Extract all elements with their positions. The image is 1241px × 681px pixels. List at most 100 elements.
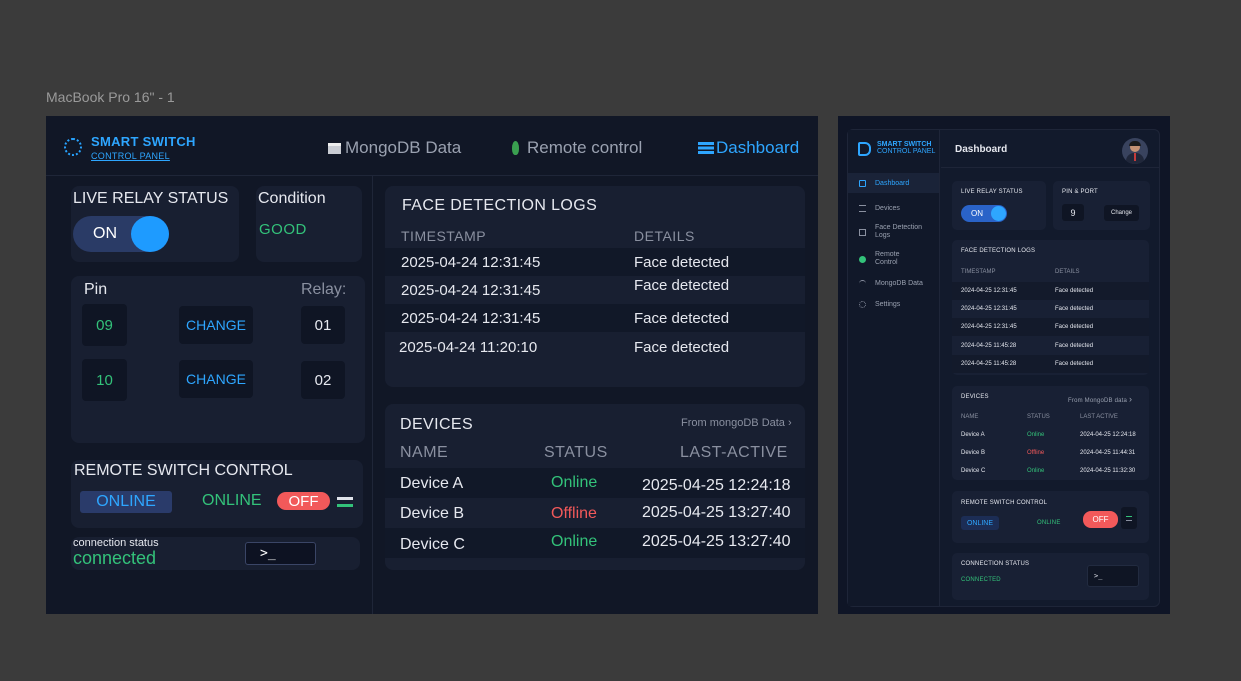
condition-title: Condition <box>258 190 326 207</box>
change-pin-button[interactable]: Change <box>1104 205 1139 221</box>
pin-value: 10 <box>82 359 127 401</box>
devices-card: DEVICES From mongoDB Data › NAME STATUS … <box>385 404 805 570</box>
devices-card: DEVICES From MongoDB data › NAME STATUS … <box>952 386 1149 480</box>
nav-dashboard[interactable]: Dashboard <box>698 138 799 158</box>
live-relay-card: LIVE RELAY STATUS ON <box>952 181 1046 230</box>
devices-title: DEVICES <box>961 394 989 400</box>
details-cell: Face detected <box>1055 361 1094 367</box>
app-window: SMART SWITCH CONTROL PANEL Dashboard Dev… <box>847 129 1160 607</box>
details-cell: Face detected <box>1055 343 1094 349</box>
sidebar-item-mongodb-data[interactable]: MongoDB Data <box>848 273 939 293</box>
pin-port-title: PIN & PORT <box>1062 189 1098 195</box>
device-name: Device A <box>961 432 985 438</box>
live-relay-title: LIVE RELAY STATUS <box>961 189 1023 195</box>
device-last-active: 2025-04-25 12:24:18 <box>642 477 791 494</box>
timestamp-cell: 2025-04-24 12:31:45 <box>401 310 541 327</box>
device-name: Device C <box>961 468 986 474</box>
remote-title: REMOTE SWITCH CONTROL <box>961 500 1048 506</box>
toggle-label: ON <box>971 209 983 218</box>
off-switch-button[interactable]: OFF <box>277 492 330 510</box>
online-pill[interactable]: ONLINE <box>961 516 999 530</box>
column-header: LAST ACTIVE <box>1080 414 1118 420</box>
table-row: 2025-04-24 12:31:45 Face detected <box>385 304 805 332</box>
sidebar-item-dashboard[interactable]: Dashboard <box>848 173 939 193</box>
timestamp-cell: 2025-04-24 12:31:45 <box>401 282 541 299</box>
table-row: Device C Online 2025-04-25 13:27:40 <box>385 528 805 558</box>
connection-value: connected <box>73 548 157 568</box>
timestamp-cell: 2024-04-25 11:45:28 <box>961 361 1017 367</box>
sidebar-item-label: Dashboard <box>875 179 910 187</box>
list-icon <box>859 204 866 212</box>
logo[interactable]: SMART SWITCH CONTROL PANEL <box>64 134 196 161</box>
sidebar-item-label: Remote Control <box>875 251 900 266</box>
sidebar-item-remote-control[interactable]: Remote Control <box>848 248 939 270</box>
chevron-right-icon: › <box>1128 394 1133 404</box>
pin-value: 9 <box>1062 204 1084 221</box>
off-switch-button[interactable]: OFF <box>1083 511 1118 528</box>
column-header: STATUS <box>544 444 608 461</box>
device-name: Device A <box>400 475 464 492</box>
sidebar-item-label: MongoDB Data <box>875 279 923 287</box>
table-row: 2024-04-25 11:45:28 Face detected <box>952 355 1149 373</box>
terminal-button[interactable]: >_ <box>1087 565 1139 587</box>
face-logs-title: FACE DETECTION LOGS <box>402 197 598 214</box>
logo[interactable]: SMART SWITCH CONTROL PANEL <box>858 141 935 156</box>
toggle-knob <box>991 206 1006 221</box>
connection-title: CONNECTION STATUS <box>961 561 1030 567</box>
remote-switch-card: REMOTE SWITCH CONTROL ONLINE ONLINE OFF <box>71 460 363 528</box>
device-last-active: 2024-04-25 11:44:31 <box>1080 450 1136 456</box>
condition-value: GOOD <box>259 221 307 238</box>
change-pin-button[interactable]: CHANGE <box>179 306 253 344</box>
face-logs-title: FACE DETECTION LOGS <box>961 248 1036 254</box>
column-header: STATUS <box>1027 414 1050 420</box>
device-status: Offline <box>551 505 597 522</box>
table-row: Device B Offline 2024-04-25 11:44:31 <box>952 444 1149 462</box>
timestamp-cell: 2024-04-25 12:31:45 <box>961 324 1017 330</box>
change-pin-button[interactable]: CHANGE <box>179 360 253 398</box>
sidebar-item-face-logs[interactable]: Face Detection Logs <box>848 221 939 243</box>
device-last-active: 2024-04-25 11:32:30 <box>1080 468 1136 474</box>
main-content: Dashboard LIVE RELAY STATUS ON PIN & POR… <box>941 130 1160 606</box>
column-header: TIMESTAMP <box>401 228 487 244</box>
equals-icon[interactable] <box>337 497 353 507</box>
remote-title: REMOTE SWITCH CONTROL <box>74 462 293 479</box>
online-pill[interactable]: ONLINE <box>80 491 172 513</box>
sidebar-item-settings[interactable]: Settings <box>848 294 939 314</box>
pin-relay-card: Pin Relay: 09 CHANGE 01 10 CHANGE 02 <box>71 276 365 443</box>
table-row: 2025-04-24 12:31:45 Face detected <box>385 276 805 304</box>
toggle-label: ON <box>93 225 117 242</box>
device-status: Online <box>1027 432 1045 438</box>
mongodb-data-link[interactable]: From MongoDB data › <box>1068 394 1132 404</box>
nav-remote-control[interactable]: Remote control <box>512 138 642 158</box>
mongodb-data-link[interactable]: From mongoDB Data › <box>681 417 792 429</box>
device-last-active: 2024-04-25 12:24:18 <box>1080 432 1136 438</box>
device-status: Online <box>551 533 598 550</box>
timestamp-cell: 2024-04-25 12:31:45 <box>961 306 1017 312</box>
pin-label: Pin <box>84 281 108 298</box>
remote-switch-card: REMOTE SWITCH CONTROL ONLINE ONLINE OFF <box>952 491 1149 543</box>
terminal-button[interactable]: >_ <box>245 542 316 565</box>
timestamp-cell: 2024-04-25 11:45:28 <box>961 343 1017 349</box>
equals-icon[interactable] <box>1121 507 1137 529</box>
timestamp-cell: 2025-04-24 12:31:45 <box>401 254 541 271</box>
table-row: Device A Online 2024-04-25 12:24:18 <box>952 426 1149 444</box>
relay-toggle[interactable]: ON <box>961 205 1007 222</box>
device-last-active: 2025-04-25 13:27:40 <box>642 504 791 521</box>
relay-toggle[interactable]: ON <box>73 216 169 252</box>
toggle-knob <box>131 216 169 252</box>
column-header: DETAILS <box>634 228 695 244</box>
devices-title: DEVICES <box>400 416 474 433</box>
sidebar-item-label: Settings <box>875 300 901 308</box>
nav-mongodb-data[interactable]: MongoDB Data <box>328 138 461 158</box>
table-row: Device A Online 2025-04-25 12:24:18 <box>385 468 805 498</box>
details-cell: Face detected <box>1055 324 1094 330</box>
table-row: 2024-04-25 12:31:45 Face detected <box>952 282 1149 300</box>
log-icon <box>859 228 866 236</box>
page-title: Dashboard <box>955 144 1008 155</box>
table-row: 2024-04-25 11:45:28 Face detected <box>952 337 1149 355</box>
avatar[interactable] <box>1122 138 1148 164</box>
sidebar-item-devices[interactable]: Devices <box>848 198 939 218</box>
connection-card: connection status connected >_ <box>71 537 360 570</box>
connection-card: CONNECTION STATUS CONNECTED >_ <box>952 553 1149 600</box>
leaf-icon <box>859 255 866 263</box>
